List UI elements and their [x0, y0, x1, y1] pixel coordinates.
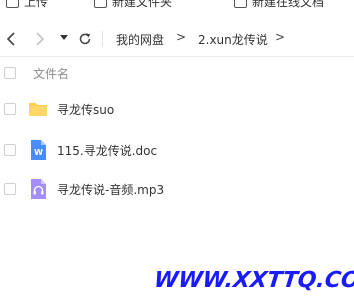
breadcrumb-current-folder[interactable]: 2.xun龙传说 [198, 31, 268, 48]
new-online-doc-button[interactable]: 新建在线文档 [234, 0, 324, 12]
svg-text:W: W [34, 148, 43, 157]
new-folder-label: 新建文件夹 [112, 0, 173, 9]
row-checkbox[interactable] [4, 103, 16, 115]
history-dropdown[interactable] [59, 33, 69, 43]
new-online-doc-label: 新建在线文档 [252, 0, 325, 9]
caret-down-icon [60, 35, 68, 40]
folder-icon [29, 103, 47, 116]
file-name[interactable]: 寻龙传说-音频.mp3 [57, 181, 164, 198]
list-header: 文件名 [0, 62, 354, 84]
list-item[interactable]: 寻龙传suo [0, 96, 354, 122]
header-divider [0, 56, 354, 57]
select-all-checkbox[interactable] [4, 67, 16, 79]
upload-icon [6, 0, 19, 8]
breadcrumb-arrow-icon: > [275, 30, 286, 44]
new-doc-icon [234, 0, 247, 8]
file-name[interactable]: 寻龙传suo [57, 101, 114, 118]
new-folder-button[interactable]: 新建文件夹 [94, 0, 172, 12]
row-checkbox[interactable] [4, 144, 16, 156]
chevron-right-icon [36, 32, 45, 46]
list-item[interactable]: 寻龙传说-音频.mp3 [0, 176, 354, 202]
breadcrumb-arrow-icon: > [176, 30, 187, 44]
refresh-icon [79, 33, 91, 45]
chevron-left-icon [6, 32, 15, 46]
list-item[interactable]: W 115.寻龙传说.doc [0, 137, 354, 163]
refresh-button[interactable] [76, 30, 94, 48]
upload-label: 上传 [24, 0, 49, 9]
file-manager-window: 上传 新建文件夹 新建在线文档 我的网盘 > 2.xun龙传说 > 文件名 寻龙… [0, 0, 354, 303]
new-folder-icon [94, 0, 107, 8]
watermark-text: WWW.XXTTQ.COM [152, 268, 354, 293]
forward-button[interactable] [33, 31, 47, 47]
back-button[interactable] [4, 31, 18, 47]
nav-separator [102, 31, 103, 47]
filename-column-header[interactable]: 文件名 [33, 65, 69, 82]
navigation-bar: 我的网盘 > 2.xun龙传说 > [0, 26, 354, 52]
audio-file-icon [31, 179, 46, 199]
row-checkbox[interactable] [4, 183, 16, 195]
toolbar: 上传 新建文件夹 新建在线文档 [0, 0, 354, 12]
word-doc-icon: W [31, 140, 46, 160]
file-name[interactable]: 115.寻龙传说.doc [57, 142, 157, 159]
upload-button[interactable]: 上传 [6, 0, 48, 12]
breadcrumb-my-drive[interactable]: 我的网盘 [116, 31, 164, 48]
